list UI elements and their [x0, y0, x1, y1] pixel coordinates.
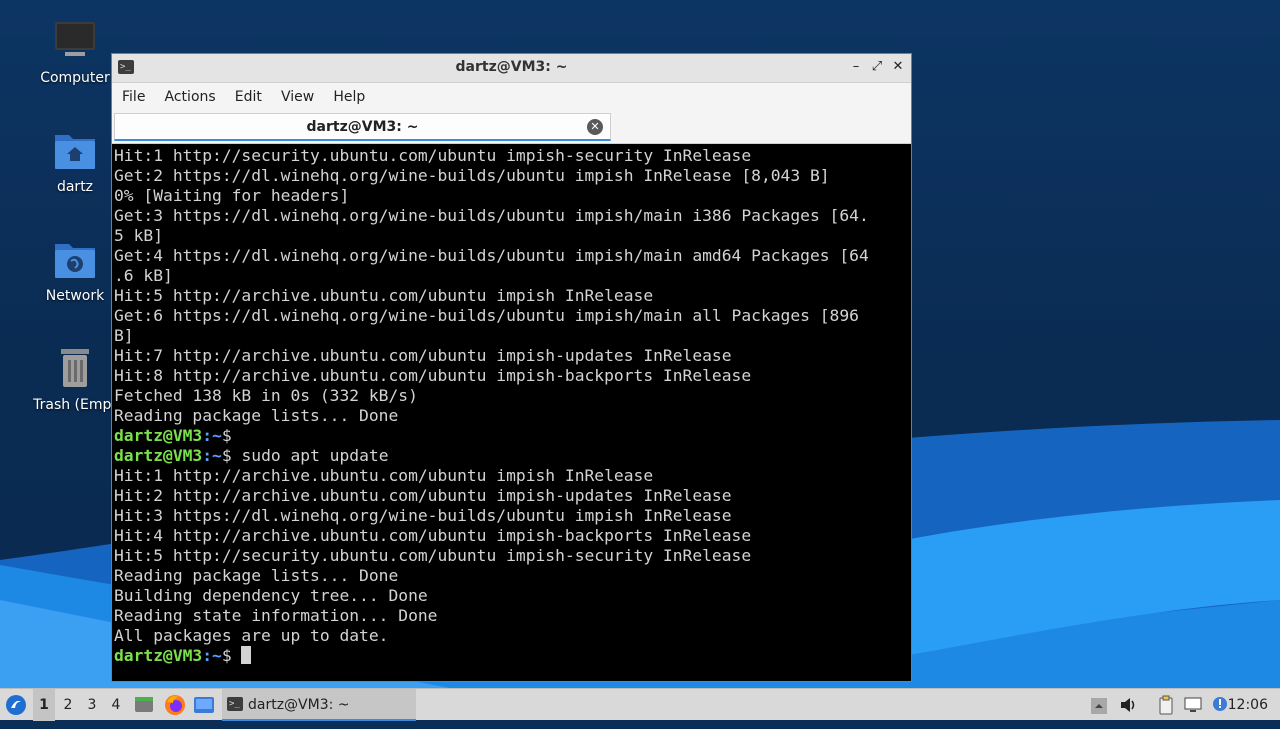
- menu-file[interactable]: File: [122, 83, 145, 111]
- menu-help[interactable]: Help: [333, 83, 365, 111]
- terminal-line: Reading state information... Done: [114, 606, 438, 625]
- taskbar-task-label: dartz@VM3: ~: [248, 697, 350, 713]
- workspace-4[interactable]: 4: [105, 689, 127, 721]
- terminal-line: Fetched 138 kB in 0s (332 kB/s): [114, 386, 418, 405]
- tab-bar: dartz@VM3: ~ ✕: [112, 111, 911, 144]
- terminal-line: Hit:3 https://dl.winehq.org/wine-builds/…: [114, 506, 732, 525]
- tray-expand-icon[interactable]: [1090, 695, 1110, 715]
- desktop-icon-label: Network: [45, 288, 105, 304]
- terminal-line: dartz@VM3:~$: [114, 426, 909, 446]
- workspace-2[interactable]: 2: [57, 689, 79, 721]
- home-folder-icon: [51, 127, 99, 175]
- clipboard-icon[interactable]: [1156, 695, 1176, 715]
- menu-edit[interactable]: Edit: [235, 83, 262, 111]
- prompt-user: dartz@VM3: [114, 446, 203, 465]
- prompt-user: dartz@VM3: [114, 426, 203, 445]
- prompt-symbol: $: [221, 426, 232, 445]
- tab-label: dartz@VM3: ~: [306, 119, 419, 135]
- terminal-line: dartz@VM3:~$ sudo apt update: [114, 446, 909, 466]
- prompt-path: :~: [202, 446, 222, 465]
- command-text: [232, 646, 242, 665]
- desktop-icon-label: Trash (Empt: [33, 397, 117, 413]
- desktop-icon-trash[interactable]: Trash (Empt: [27, 345, 123, 413]
- terminal-line: .6 kB]: [114, 266, 173, 285]
- network-folder-icon: [51, 236, 99, 284]
- terminal-line: Reading package lists... Done: [114, 406, 399, 425]
- file-manager-icon[interactable]: [134, 694, 156, 716]
- volume-icon[interactable]: [1118, 695, 1138, 715]
- desktop-icon-computer[interactable]: Computer: [27, 18, 123, 86]
- command-text: sudo apt update: [231, 446, 389, 465]
- computer-icon: [51, 18, 99, 66]
- prompt-user: dartz@VM3: [114, 646, 203, 665]
- terminal-line: Hit:5 http://archive.ubuntu.com/ubuntu i…: [114, 286, 654, 305]
- workspace-3[interactable]: 3: [81, 689, 103, 721]
- network-status-icon[interactable]: [1183, 695, 1203, 715]
- terminal-line: Hit:8 http://archive.ubuntu.com/ubuntu i…: [114, 366, 752, 385]
- terminal-line: Hit:1 http://security.ubuntu.com/ubuntu …: [114, 146, 752, 165]
- menu-view[interactable]: View: [281, 83, 314, 111]
- terminal-line: Hit:1 http://archive.ubuntu.com/ubuntu i…: [114, 466, 654, 485]
- terminal-line: B]: [114, 326, 134, 345]
- terminal-line: Hit:2 http://archive.ubuntu.com/ubuntu i…: [114, 486, 732, 505]
- terminal-line: Get:4 https://dl.winehq.org/wine-builds/…: [114, 246, 869, 265]
- terminal-line: Get:2 https://dl.winehq.org/wine-builds/…: [114, 166, 830, 185]
- close-icon[interactable]: ✕: [889, 58, 907, 76]
- terminal-line: 5 kB]: [114, 226, 164, 245]
- terminal-line: Hit:4 http://archive.ubuntu.com/ubuntu i…: [114, 526, 752, 545]
- firefox-icon[interactable]: [164, 694, 186, 716]
- clock[interactable]: 12:06: [1228, 689, 1268, 721]
- desktop-icon-network[interactable]: Network: [27, 236, 123, 304]
- terminal-line: All packages are up to date.: [114, 626, 389, 645]
- taskbar: 1 2 3 4 >_ dartz@VM3: ~ 12:06: [0, 688, 1280, 721]
- show-desktop-icon[interactable]: [193, 694, 215, 716]
- terminal-tab[interactable]: dartz@VM3: ~ ✕: [114, 113, 611, 141]
- terminal-line: 0% [Waiting for headers]: [114, 186, 350, 205]
- workspace-1[interactable]: 1: [33, 689, 55, 721]
- terminal-line: dartz@VM3:~$: [114, 646, 909, 666]
- menu-actions[interactable]: Actions: [165, 83, 216, 111]
- trash-icon: [51, 345, 99, 393]
- maximize-icon[interactable]: ⤢: [868, 58, 886, 76]
- terminal-output[interactable]: Hit:1 http://security.ubuntu.com/ubuntu …: [114, 146, 909, 678]
- prompt-path: :~: [202, 646, 222, 665]
- desktop-icon-label: Computer: [40, 70, 110, 86]
- prompt-path: :~: [202, 426, 222, 445]
- terminal-line: Hit:5 http://security.ubuntu.com/ubuntu …: [114, 546, 752, 565]
- menu-bar: File Actions Edit View Help: [112, 83, 911, 111]
- terminal-line: Building dependency tree... Done: [114, 586, 428, 605]
- taskbar-terminal-button[interactable]: >_ dartz@VM3: ~: [222, 689, 416, 721]
- terminal-line: Reading package lists... Done: [114, 566, 399, 585]
- terminal-window[interactable]: >_ dartz@VM3: ~ – ⤢ ✕ File Actions Edit …: [111, 53, 912, 682]
- terminal-line: Hit:7 http://archive.ubuntu.com/ubuntu i…: [114, 346, 732, 365]
- start-menu-icon[interactable]: [4, 689, 28, 721]
- prompt-symbol: $: [221, 646, 232, 665]
- minimize-icon[interactable]: –: [847, 58, 865, 76]
- window-title: dartz@VM3: ~: [455, 59, 568, 75]
- window-titlebar[interactable]: >_ dartz@VM3: ~ – ⤢ ✕: [112, 54, 911, 83]
- terminal-app-icon: >_: [227, 697, 243, 711]
- prompt-symbol: $: [221, 446, 232, 465]
- terminal-cursor: [241, 646, 252, 664]
- desktop-icon-label: dartz: [56, 179, 94, 195]
- tab-close-icon[interactable]: ✕: [587, 119, 603, 135]
- terminal-line: Get:3 https://dl.winehq.org/wine-builds/…: [114, 206, 869, 225]
- desktop-icon-home[interactable]: dartz: [27, 127, 123, 195]
- terminal-line: Get:6 https://dl.winehq.org/wine-builds/…: [114, 306, 859, 325]
